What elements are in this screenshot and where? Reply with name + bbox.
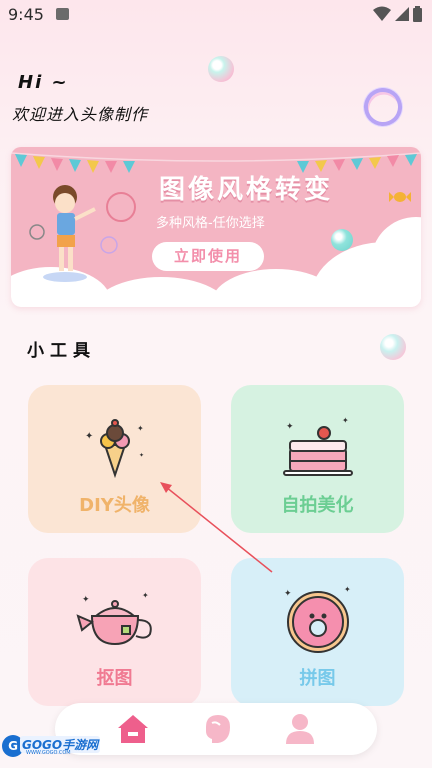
svg-text:✦: ✦ <box>284 589 292 599</box>
decorative-bubble <box>331 229 353 251</box>
user-icon[interactable] <box>282 713 318 745</box>
banner-subtitle: 多种风格-任你选择 <box>156 216 265 231</box>
status-icons <box>373 6 422 22</box>
status-time: 9:45 <box>8 5 44 24</box>
donut-icon: ✦ ✦ <box>284 585 351 653</box>
tool-diy-avatar[interactable]: ✦ ✦ ✦ DIY头像 <box>28 385 201 533</box>
teapot-icon: ✦ ✦ <box>75 591 152 646</box>
decorative-ring-icon <box>357 81 409 133</box>
tool-puzzle[interactable]: ✦ ✦ 拼图 <box>231 558 404 706</box>
svg-text:✦: ✦ <box>85 431 93 442</box>
tool-label: DIY头像 <box>79 495 150 516</box>
use-now-button[interactable]: 立即使用 <box>152 242 264 271</box>
status-bar: 9:45 <box>0 0 432 32</box>
tool-cutout[interactable]: ✦ ✦ 抠图 <box>28 558 201 706</box>
tool-selfie-beautify[interactable]: ✦ ✦ 自拍美化 <box>231 385 404 533</box>
watermark-logo: G GOGO手游网 WWW.GOGO.COM <box>2 735 106 757</box>
decorative-bubble <box>380 334 406 360</box>
wifi-icon <box>373 6 391 21</box>
svg-text:✦: ✦ <box>139 452 144 459</box>
style-transfer-banner[interactable]: 图像风格转变 多种风格-任你选择 立即使用 <box>11 147 421 307</box>
ice-cream-icon: ✦ ✦ ✦ <box>85 419 144 479</box>
greeting-title: Hi ~ <box>18 72 69 93</box>
tool-label: 拼图 <box>299 668 336 689</box>
svg-text:✦: ✦ <box>142 591 149 600</box>
image-notification-icon <box>56 8 69 20</box>
svg-text:✦: ✦ <box>344 585 351 594</box>
candy-icon <box>389 192 411 202</box>
banner-title: 图像风格转变 <box>158 175 333 205</box>
greeting-subtitle: 欢迎进入头像制作 <box>12 105 149 124</box>
decorative-bubble <box>208 56 234 82</box>
tools-section-title: 小工具 <box>27 341 96 361</box>
svg-text:✦: ✦ <box>82 595 90 605</box>
face-profile-icon[interactable] <box>198 713 234 745</box>
svg-text:✦: ✦ <box>342 416 349 425</box>
cake-icon: ✦ ✦ <box>282 416 353 476</box>
svg-text:✦: ✦ <box>286 422 294 432</box>
tool-label: 抠图 <box>96 668 133 689</box>
home-icon[interactable] <box>115 713 151 745</box>
battery-icon <box>413 6 422 22</box>
svg-text:✦: ✦ <box>137 424 144 433</box>
signal-icon <box>395 7 409 21</box>
tool-label: 自拍美化 <box>281 495 354 516</box>
watermark-url: WWW.GOGO.COM <box>26 750 71 756</box>
